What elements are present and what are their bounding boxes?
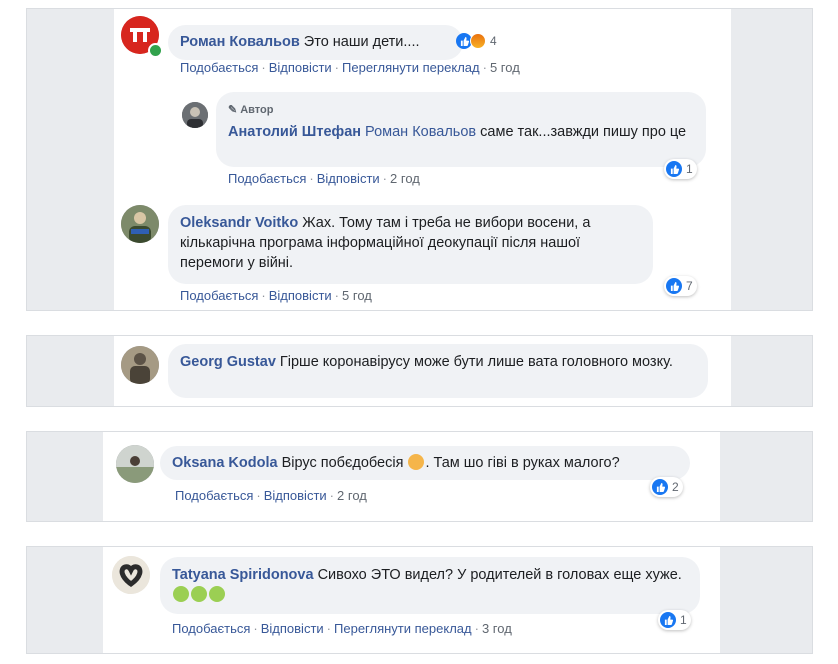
reply-text: саме так...завжди пишу про це bbox=[480, 124, 687, 140]
avatar[interactable] bbox=[121, 205, 159, 243]
reply-bubble: ✎ Автор Анатолий Штефан Роман Ковальов с… bbox=[216, 92, 706, 167]
sick-emoji-icon bbox=[209, 586, 225, 602]
online-indicator bbox=[148, 43, 163, 58]
reply-author[interactable]: Анатолий Штефан bbox=[228, 124, 361, 140]
comment-author[interactable]: Роман Ковальов bbox=[180, 34, 300, 50]
timestamp[interactable]: 5 год bbox=[490, 60, 520, 75]
comment-panel-3: Oksana Kodola Вірус побєдобесія . Там шо… bbox=[26, 431, 813, 522]
comment-text: Гірше коронавірусу може бути лише вата г… bbox=[279, 354, 673, 370]
timestamp[interactable]: 5 год bbox=[342, 288, 372, 303]
separator: · bbox=[482, 60, 487, 75]
comment-panel-2: Georg Gustav Гірше коронавірусу може бут… bbox=[26, 335, 813, 407]
comment-bubble: Oleksandr Voitko Жах. Тому там і треба н… bbox=[168, 205, 653, 284]
comment-4: Oksana Kodola Вірус побєдобесія . Там шо… bbox=[103, 432, 720, 521]
timestamp[interactable]: 2 год bbox=[390, 171, 420, 186]
comment-author[interactable]: Oksana Kodola bbox=[172, 455, 278, 471]
comment-author[interactable]: Oleksandr Voitko bbox=[180, 215, 298, 231]
comment-3: Georg Gustav Гірше коронавірусу може бут… bbox=[114, 336, 731, 406]
comment-thread-1: Роман Ковальов Это наши дети.... 4 Подоб… bbox=[114, 9, 731, 310]
person-photo-icon bbox=[182, 102, 208, 128]
reply-link[interactable]: Відповісти bbox=[264, 488, 327, 503]
comment-panel-4: Tatyana Spiridonova Сивохо ЭТО видел? У … bbox=[26, 546, 813, 654]
avatar[interactable] bbox=[121, 346, 159, 384]
reply-actions: Подобається · Відповісти · 2 год bbox=[228, 171, 420, 186]
reaction-summary[interactable]: 2 bbox=[650, 477, 683, 497]
translate-link[interactable]: Переглянути переклад bbox=[342, 60, 480, 75]
like-icon bbox=[652, 479, 668, 495]
comment-thread-panel-1: Роман Ковальов Это наши дети.... 4 Подоб… bbox=[26, 8, 813, 311]
mention[interactable]: Роман Ковальов bbox=[365, 124, 476, 140]
separator: · bbox=[382, 171, 388, 186]
like-link[interactable]: Подобається bbox=[172, 621, 250, 636]
timestamp[interactable]: 2 год bbox=[337, 488, 367, 503]
like-link[interactable]: Подобається bbox=[180, 288, 258, 303]
comment-text: Вірус побєдобесія bbox=[281, 455, 404, 471]
reaction-summary[interactable]: 7 bbox=[664, 276, 697, 296]
reaction-summary[interactable]: 1 bbox=[664, 159, 697, 179]
separator: · bbox=[474, 621, 479, 636]
reaction-count: 1 bbox=[680, 613, 687, 627]
person-photo-icon bbox=[116, 445, 154, 483]
avatar[interactable] bbox=[112, 556, 150, 594]
author-badge-label: Автор bbox=[240, 104, 274, 116]
like-icon bbox=[666, 161, 682, 177]
sick-emoji-icon bbox=[173, 586, 189, 602]
separator: · bbox=[329, 488, 335, 503]
facepalm-emoji-icon bbox=[408, 454, 425, 470]
comment-bubble: Tatyana Spiridonova Сивохо ЭТО видел? У … bbox=[160, 557, 700, 614]
reaction-summary[interactable]: 4 bbox=[454, 31, 501, 51]
separator: · bbox=[256, 488, 261, 503]
translate-link[interactable]: Переглянути переклад bbox=[334, 621, 472, 636]
person-photo-icon bbox=[121, 346, 159, 384]
heart-hands-photo-icon bbox=[112, 556, 150, 594]
comment-text: Это наши дети.... bbox=[303, 34, 420, 50]
like-icon bbox=[660, 612, 676, 628]
separator: · bbox=[309, 171, 314, 186]
comment-actions: Подобається · Відповісти · Переглянути перек… bbox=[172, 621, 512, 636]
reaction-count: 4 bbox=[490, 34, 497, 48]
comment-text: Сивохо ЭТО видел? У родителей в головах … bbox=[317, 567, 682, 583]
comment-author[interactable]: Tatyana Spiridonova bbox=[172, 567, 314, 583]
separator: · bbox=[253, 621, 258, 636]
comment-actions: Подобається · Відповісти · 2 год bbox=[175, 488, 367, 503]
timestamp[interactable]: 3 год bbox=[482, 621, 512, 636]
angry-reaction-icon bbox=[470, 33, 486, 49]
separator: · bbox=[261, 288, 266, 303]
comment-bubble: Georg Gustav Гірше коронавірусу може бут… bbox=[168, 344, 708, 398]
reply-link[interactable]: Відповісти bbox=[269, 288, 332, 303]
reply-link[interactable]: Відповісти bbox=[269, 60, 332, 75]
separator: · bbox=[326, 621, 332, 636]
reply-link[interactable]: Відповісти bbox=[317, 171, 380, 186]
pen-icon: ✎ bbox=[228, 104, 238, 116]
comment-5: Tatyana Spiridonova Сивохо ЭТО видел? У … bbox=[103, 547, 720, 653]
avatar[interactable] bbox=[116, 445, 154, 483]
like-icon bbox=[666, 278, 682, 294]
comment-bubble: Oksana Kodola Вірус побєдобесія . Там шо… bbox=[160, 446, 690, 480]
reply-link[interactable]: Відповісти bbox=[261, 621, 324, 636]
comment-author[interactable]: Georg Gustav bbox=[180, 354, 276, 370]
comment-bubble: Роман Ковальов Это наши дети.... bbox=[168, 25, 463, 60]
separator: · bbox=[334, 288, 340, 303]
like-link[interactable]: Подобається bbox=[175, 488, 253, 503]
comment-actions: Подобається · Відповісти · Переглянути перек… bbox=[180, 60, 520, 75]
comment-actions: Подобається · Відповісти · 5 год bbox=[180, 288, 372, 303]
reaction-count: 2 bbox=[672, 480, 679, 494]
like-link[interactable]: Подобається bbox=[228, 171, 306, 186]
reaction-summary[interactable]: 1 bbox=[658, 610, 691, 630]
reaction-count: 1 bbox=[686, 162, 693, 176]
comment-text-continued: . Там шо гіві в руках малого? bbox=[425, 455, 620, 471]
author-badge: ✎ Автор bbox=[228, 100, 694, 120]
like-link[interactable]: Подобається bbox=[180, 60, 258, 75]
reaction-count: 7 bbox=[686, 279, 693, 293]
person-photo-icon bbox=[121, 205, 159, 243]
separator: · bbox=[261, 60, 266, 75]
separator: · bbox=[334, 60, 340, 75]
avatar[interactable] bbox=[182, 102, 208, 128]
sick-emoji-icon bbox=[191, 586, 207, 602]
